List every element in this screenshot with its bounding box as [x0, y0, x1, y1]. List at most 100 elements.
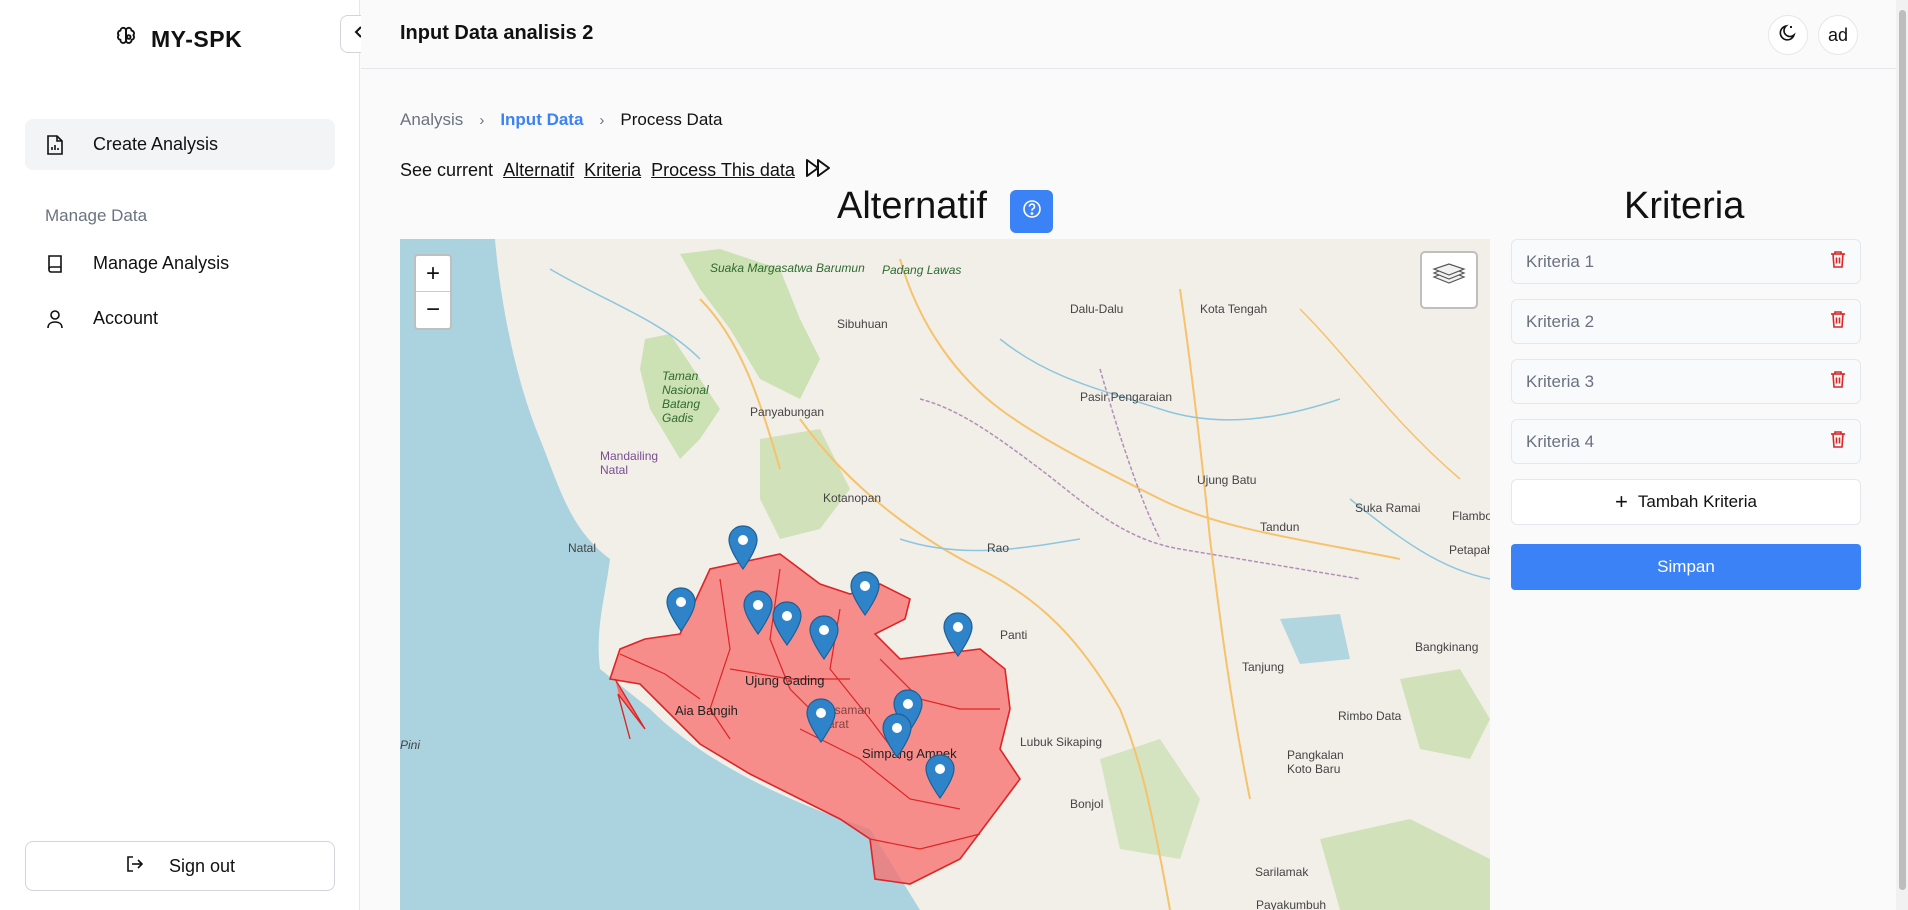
map-label: Padang Lawas — [882, 263, 962, 277]
brand[interactable]: MY-SPK — [115, 26, 242, 53]
link-kriteria[interactable]: Kriteria — [584, 160, 641, 181]
brain-icon — [115, 26, 137, 53]
theme-toggle-button[interactable] — [1768, 15, 1808, 55]
file-chart-icon — [45, 134, 65, 155]
map-label: Natal — [568, 541, 597, 555]
map-label: Rimbo Data — [1338, 709, 1402, 723]
kriteria-input[interactable]: Kriteria 4 — [1511, 419, 1861, 464]
layers-button[interactable] — [1420, 251, 1478, 309]
map-label: Pasir Pengaraian — [1080, 390, 1173, 404]
see-current-label: See current — [400, 160, 494, 180]
link-alternatif[interactable]: Alternatif — [503, 160, 574, 181]
nav-account-label: Account — [93, 308, 159, 328]
breadcrumb-input-data[interactable]: Input Data — [500, 110, 583, 130]
scrollbar-thumb[interactable] — [1899, 10, 1906, 890]
kriteria-input[interactable]: Kriteria 3 — [1511, 359, 1861, 404]
map-marker-icon[interactable] — [727, 525, 759, 571]
trash-icon[interactable] — [1830, 370, 1846, 393]
map-label: Sarilamak — [1255, 865, 1309, 879]
map-label: Lubuk Sikaping — [1020, 735, 1103, 749]
breadcrumb-analysis[interactable]: Analysis — [400, 110, 463, 130]
sign-out-button[interactable]: Sign out — [25, 841, 335, 891]
map-marker-icon[interactable] — [881, 713, 913, 759]
map-label: Flambo — [1452, 509, 1490, 523]
sidebar: MY-SPK Create Analysis Manage Data Manag… — [0, 0, 360, 910]
map-label: Pangkalan Koto Baru — [1287, 748, 1344, 776]
breadcrumb-process-data[interactable]: Process Data — [620, 110, 722, 130]
zoom-in-button[interactable]: + — [416, 256, 450, 292]
kriteria-value: Kriteria 1 — [1526, 251, 1595, 271]
alternatif-title: Alternatif — [837, 185, 987, 227]
kriteria-value: Kriteria 4 — [1526, 431, 1595, 451]
map-label: Petapah — [1449, 543, 1490, 557]
breadcrumb: Analysis › Input Data › Process Data — [400, 110, 722, 130]
nav-manage-analysis-label: Manage Analysis — [93, 253, 230, 273]
avatar[interactable]: ad — [1818, 15, 1858, 55]
chevron-right-icon: › — [479, 111, 485, 129]
kriteria-input[interactable]: Kriteria 1 — [1511, 239, 1861, 284]
section-label-manage-data: Manage Data — [45, 206, 148, 225]
kriteria-value: Kriteria 3 — [1526, 371, 1595, 391]
trash-icon[interactable] — [1830, 430, 1846, 453]
kriteria-input[interactable]: Kriteria 2 — [1511, 299, 1861, 344]
trash-icon[interactable] — [1830, 310, 1846, 333]
help-button[interactable] — [1010, 190, 1053, 233]
map-label: Tandun — [1260, 520, 1300, 534]
nav-account[interactable]: Account — [25, 293, 335, 344]
map-label: Suka Ramai — [1355, 501, 1421, 515]
map-label: Suaka Margasatwa Barumun — [710, 261, 865, 275]
map-label: Ujung Batu — [1197, 473, 1257, 487]
map-label: Ujung Gading — [745, 673, 825, 688]
chevron-right-icon: › — [599, 111, 605, 129]
add-kriteria-button[interactable]: + Tambah Kriteria — [1511, 479, 1861, 525]
map-label: Pini — [400, 738, 421, 752]
map-label: Payakumbuh — [1256, 898, 1327, 910]
brand-name: MY-SPK — [151, 26, 243, 52]
map[interactable]: Suaka Margasatwa Barumun Padang Lawas Si… — [400, 239, 1490, 910]
save-button[interactable]: Simpan — [1511, 544, 1861, 590]
map-label: Dalu-Dalu — [1070, 302, 1124, 316]
moon-icon — [1778, 23, 1798, 48]
zoom-out-button[interactable]: − — [416, 292, 450, 328]
map-marker-icon[interactable] — [808, 615, 840, 661]
scrollbar[interactable] — [1896, 0, 1908, 910]
page-title: Input Data analisis 2 — [400, 22, 594, 44]
map-marker-icon[interactable] — [665, 587, 697, 633]
nav-create-analysis[interactable]: Create Analysis — [25, 119, 335, 170]
link-process-data[interactable]: Process This data — [651, 160, 795, 181]
see-current-bar: See current Alternatif Kriteria Process … — [400, 158, 833, 183]
plus-icon: + — [1615, 489, 1628, 514]
map-label: Rao — [987, 541, 1010, 555]
map-label: Panyabungan — [750, 405, 825, 419]
map-label: Taman Nasional Batang Gadis — [662, 369, 709, 425]
nav-manage-analysis[interactable]: Manage Analysis — [25, 238, 335, 289]
fast-forward-icon[interactable] — [805, 158, 833, 183]
user-icon — [45, 309, 65, 329]
kriteria-title: Kriteria — [1624, 185, 1745, 227]
map-label: Panti — [1000, 628, 1028, 642]
map-label: Aia Bangih — [675, 703, 738, 718]
kriteria-value: Kriteria 2 — [1526, 311, 1595, 331]
map-marker-icon[interactable] — [849, 571, 881, 617]
map-label: Sibuhuan — [837, 317, 888, 331]
map-marker-icon[interactable] — [771, 601, 803, 647]
map-label: Mandailing Natal — [600, 449, 659, 477]
map-label: Bonjol — [1070, 797, 1104, 811]
map-canvas[interactable] — [400, 239, 1490, 910]
layers-icon — [1432, 262, 1466, 298]
map-label: Bangkinang — [1415, 640, 1479, 654]
map-label: Tanjung — [1242, 660, 1285, 674]
nav-create-analysis-label: Create Analysis — [93, 134, 219, 154]
zoom-control: + − — [414, 254, 452, 330]
map-marker-icon[interactable] — [805, 698, 837, 744]
header: Input Data analisis 2 ad — [361, 0, 1908, 69]
map-marker-icon[interactable] — [742, 590, 774, 636]
book-icon — [45, 254, 65, 274]
map-marker-icon[interactable] — [924, 754, 956, 800]
help-circle-icon — [1022, 199, 1042, 224]
map-marker-icon[interactable] — [942, 612, 974, 658]
sign-out-label: Sign out — [168, 855, 236, 876]
trash-icon[interactable] — [1830, 250, 1846, 273]
map-label: Kotanopan — [823, 491, 882, 505]
add-kriteria-label: Tambah Kriteria — [1637, 492, 1757, 511]
